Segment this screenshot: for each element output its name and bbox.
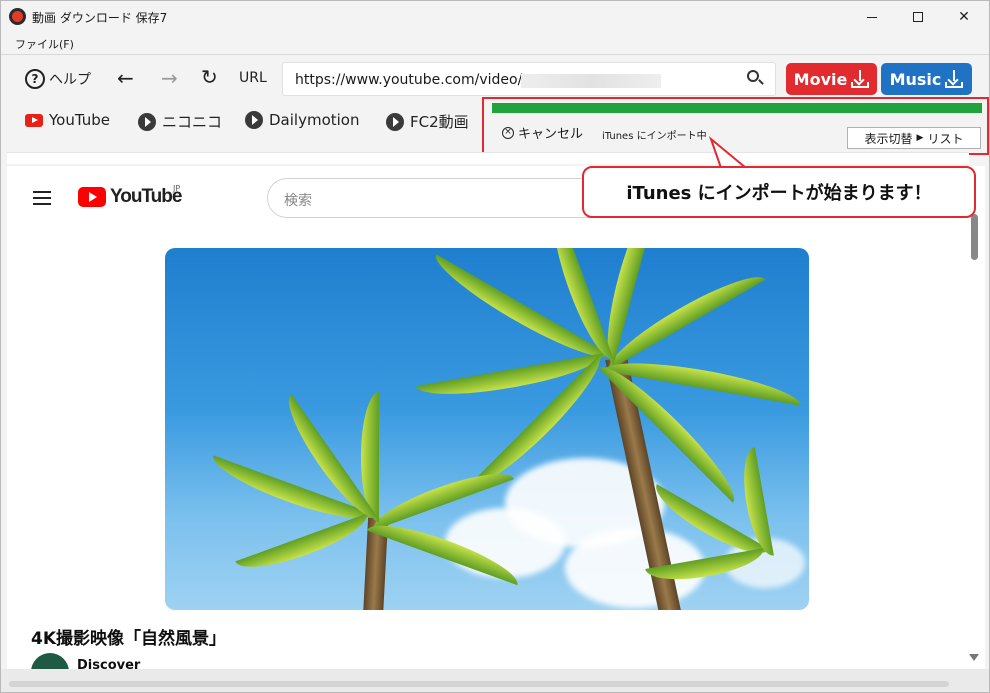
url-label: URL (239, 70, 267, 86)
reload-button[interactable]: ↻ (201, 65, 218, 89)
youtube-icon (78, 187, 106, 207)
play-icon (245, 111, 263, 129)
app-icon (9, 8, 26, 25)
region-label: JP (173, 184, 181, 193)
callout-bubble: iTunes にインポートが始まります！ (582, 166, 976, 218)
help-label: ヘルプ (49, 72, 91, 88)
maximize-button[interactable] (895, 1, 941, 33)
menu-icon[interactable] (33, 191, 51, 205)
reload-icon: ↻ (201, 65, 218, 89)
site-label: Dailymotion (269, 111, 360, 129)
url-input[interactable]: https://www.youtube.com/video/ (282, 62, 776, 96)
channel-avatar[interactable] (31, 653, 69, 669)
arrow-right-icon: → (161, 66, 178, 90)
search-placeholder: 検索 (284, 193, 312, 209)
movie-label: Movie (793, 69, 848, 89)
youtube-search-input[interactable]: 検索 (267, 178, 627, 218)
menu-file[interactable]: ファイル(F) (15, 36, 74, 52)
play-icon (138, 112, 156, 131)
arrow-left-icon: ← (117, 66, 134, 90)
triangle-right-icon: ▶ (916, 133, 924, 143)
back-button[interactable]: ← (117, 66, 134, 90)
music-download-button[interactable]: Music (881, 63, 972, 95)
forward-button[interactable]: → (161, 66, 178, 90)
maximize-icon (913, 12, 923, 22)
callout-text: iTunes にインポートが始まります！ (626, 183, 932, 204)
cancel-button[interactable]: × キャンセル (502, 123, 583, 142)
title-bar: 動画 ダウンロード 保存7 ✕ (1, 1, 989, 33)
video-player[interactable] (165, 248, 809, 610)
cancel-label: キャンセル (518, 127, 584, 142)
channel-name[interactable]: Discover (77, 658, 140, 669)
site-fc2[interactable]: FC2動画 (386, 111, 469, 132)
view-toggle-button[interactable]: 表示切替 ▶ リスト (847, 127, 981, 149)
site-label: FC2動画 (410, 113, 469, 131)
progress-bar (492, 103, 982, 113)
download-icon (851, 70, 870, 88)
cancel-icon: × (502, 126, 514, 139)
content-top-strip (7, 152, 969, 164)
app-window: 動画 ダウンロード 保存7 ✕ ファイル(F) ? ヘルプ ← → ↻ URL … (0, 0, 990, 693)
site-label: YouTube (49, 111, 110, 129)
close-button[interactable]: ✕ (941, 1, 987, 33)
view-toggle-label: 表示切替 (864, 131, 913, 146)
window-title: 動画 ダウンロード 保存7 (32, 11, 168, 25)
play-icon (386, 112, 404, 131)
progress-fill (492, 103, 982, 113)
download-progress-panel: × キャンセル iTunes にインポート中 表示切替 ▶ リスト (482, 97, 989, 155)
site-youtube[interactable]: YouTube (25, 111, 110, 129)
search-icon[interactable] (747, 70, 764, 86)
url-redaction (521, 74, 661, 88)
music-label: Music (889, 69, 942, 89)
site-label: ニコニコ (162, 113, 223, 131)
download-icon (945, 70, 964, 88)
status-text: iTunes にインポート中 (602, 131, 707, 142)
scroll-thumb[interactable] (971, 214, 978, 260)
horizontal-scroll-thumb[interactable] (9, 681, 949, 687)
minimize-button[interactable] (849, 1, 895, 33)
site-dailymotion[interactable]: Dailymotion (245, 111, 359, 129)
browser-content: YouTube JP 検索 4K撮影映像「自然風景」 Discover (7, 166, 985, 669)
youtube-icon (25, 113, 43, 127)
help-button[interactable]: ? ヘルプ (25, 69, 91, 89)
menu-bar: ファイル(F) (1, 33, 989, 55)
help-icon: ? (25, 69, 45, 89)
view-toggle-target: リスト (927, 131, 964, 146)
video-title[interactable]: 4K撮影映像「自然風景」 (31, 624, 226, 649)
site-niconico[interactable]: ニコニコ (138, 111, 222, 132)
vertical-scrollbar[interactable] (967, 166, 981, 669)
youtube-logo[interactable]: YouTube (78, 186, 182, 208)
youtube-brand-text: YouTube (110, 186, 182, 207)
movie-download-button[interactable]: Movie (786, 63, 877, 95)
minimize-icon (867, 16, 877, 18)
scroll-down-icon[interactable] (969, 654, 979, 661)
url-text: https://www.youtube.com/video/ (295, 72, 523, 88)
close-icon: ✕ (958, 9, 970, 25)
